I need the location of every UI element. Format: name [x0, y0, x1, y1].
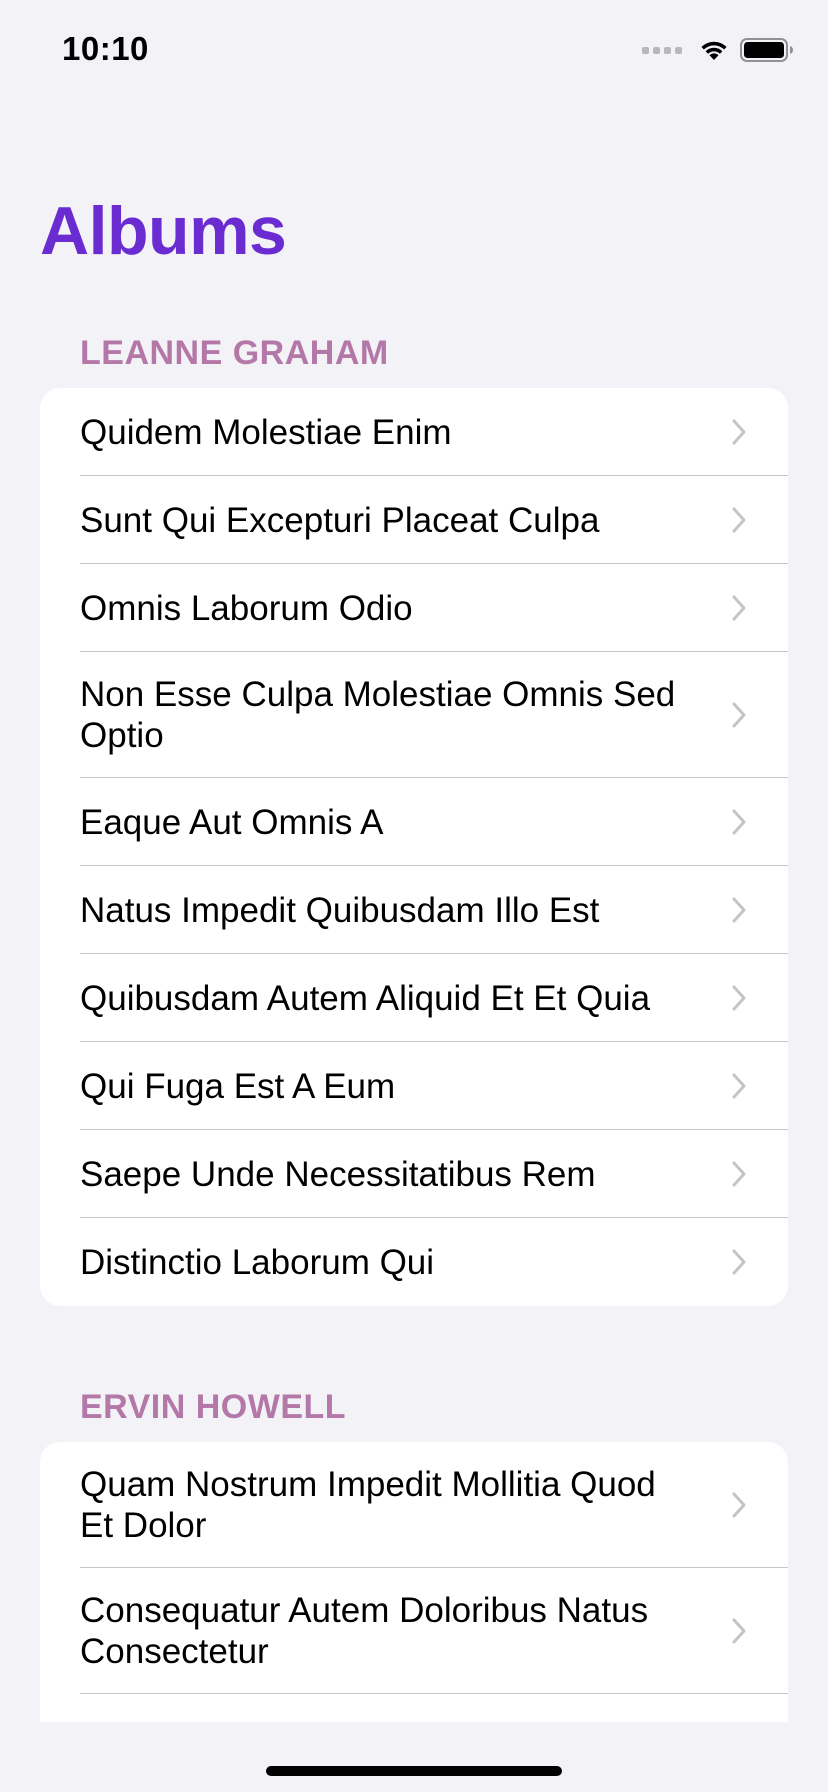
- chevron-right-icon: [730, 593, 748, 623]
- list-item[interactable]: Quibusdam Autem Aliquid Et Et Quia: [40, 954, 788, 1042]
- chevron-right-icon: [730, 895, 748, 925]
- list-item-label: Non Esse Culpa Molestiae Omnis Sed Optio: [80, 675, 676, 755]
- list-item-label: Eaque Aut Omnis A: [80, 802, 384, 842]
- album-list-ervin-howell: Quam Nostrum Impedit Mollitia Quod Et Do…: [40, 1442, 788, 1722]
- list-item[interactable]: Distinctio Laborum Qui: [40, 1218, 788, 1306]
- chevron-right-icon: [730, 700, 748, 730]
- list-item-label: Qui Fuga Est A Eum: [80, 1066, 396, 1106]
- chevron-right-icon: [730, 1159, 748, 1189]
- list-item[interactable]: Sunt Qui Excepturi Placeat Culpa: [40, 476, 788, 564]
- list-item-label: Quibusdam Autem Aliquid Et Et Quia: [80, 978, 651, 1018]
- list-item[interactable]: [40, 1694, 788, 1722]
- chevron-right-icon: [730, 417, 748, 447]
- section-header-ervin-howell: ERVIN HOWELL: [80, 1388, 347, 1426]
- list-item[interactable]: Qui Fuga Est A Eum: [40, 1042, 788, 1130]
- chevron-right-icon: [730, 1616, 748, 1646]
- list-item-label: Natus Impedit Quibusdam Illo Est: [80, 890, 600, 930]
- chevron-right-icon: [730, 1071, 748, 1101]
- chevron-right-icon: [730, 505, 748, 535]
- list-item[interactable]: Omnis Laborum Odio: [40, 564, 788, 652]
- chevron-right-icon: [730, 1247, 748, 1277]
- home-indicator[interactable]: [266, 1766, 562, 1776]
- chevron-right-icon: [730, 807, 748, 837]
- album-list-leanne-graham: Quidem Molestiae Enim Sunt Qui Excepturi…: [40, 388, 788, 1306]
- list-item[interactable]: Eaque Aut Omnis A: [40, 778, 788, 866]
- list-item-label: Distinctio Laborum Qui: [80, 1242, 435, 1282]
- page-title: Albums: [40, 193, 287, 269]
- list-item-label: Quidem Molestiae Enim: [80, 412, 452, 452]
- list-item[interactable]: Quam Nostrum Impedit Mollitia Quod Et Do…: [40, 1442, 788, 1568]
- chevron-right-icon: [730, 1490, 748, 1520]
- scroll-content[interactable]: Albums LEANNE GRAHAM Quidem Molestiae En…: [0, 0, 828, 1722]
- list-item[interactable]: Consequatur Autem Doloribus Natus Consec…: [40, 1568, 788, 1694]
- list-item-label: Omnis Laborum Odio: [80, 588, 413, 628]
- section-header-leanne-graham: LEANNE GRAHAM: [80, 334, 389, 372]
- list-item[interactable]: Quidem Molestiae Enim: [40, 388, 788, 476]
- list-item[interactable]: Saepe Unde Necessitatibus Rem: [40, 1130, 788, 1218]
- list-item-label: Saepe Unde Necessitatibus Rem: [80, 1154, 596, 1194]
- list-item[interactable]: Natus Impedit Quibusdam Illo Est: [40, 866, 788, 954]
- chevron-right-icon: [730, 983, 748, 1013]
- list-item-label: Sunt Qui Excepturi Placeat Culpa: [80, 500, 600, 540]
- list-item[interactable]: Non Esse Culpa Molestiae Omnis Sed Optio: [40, 652, 788, 778]
- list-item-label: Quam Nostrum Impedit Mollitia Quod Et Do…: [80, 1465, 656, 1545]
- list-item-label: Consequatur Autem Doloribus Natus Consec…: [80, 1591, 649, 1671]
